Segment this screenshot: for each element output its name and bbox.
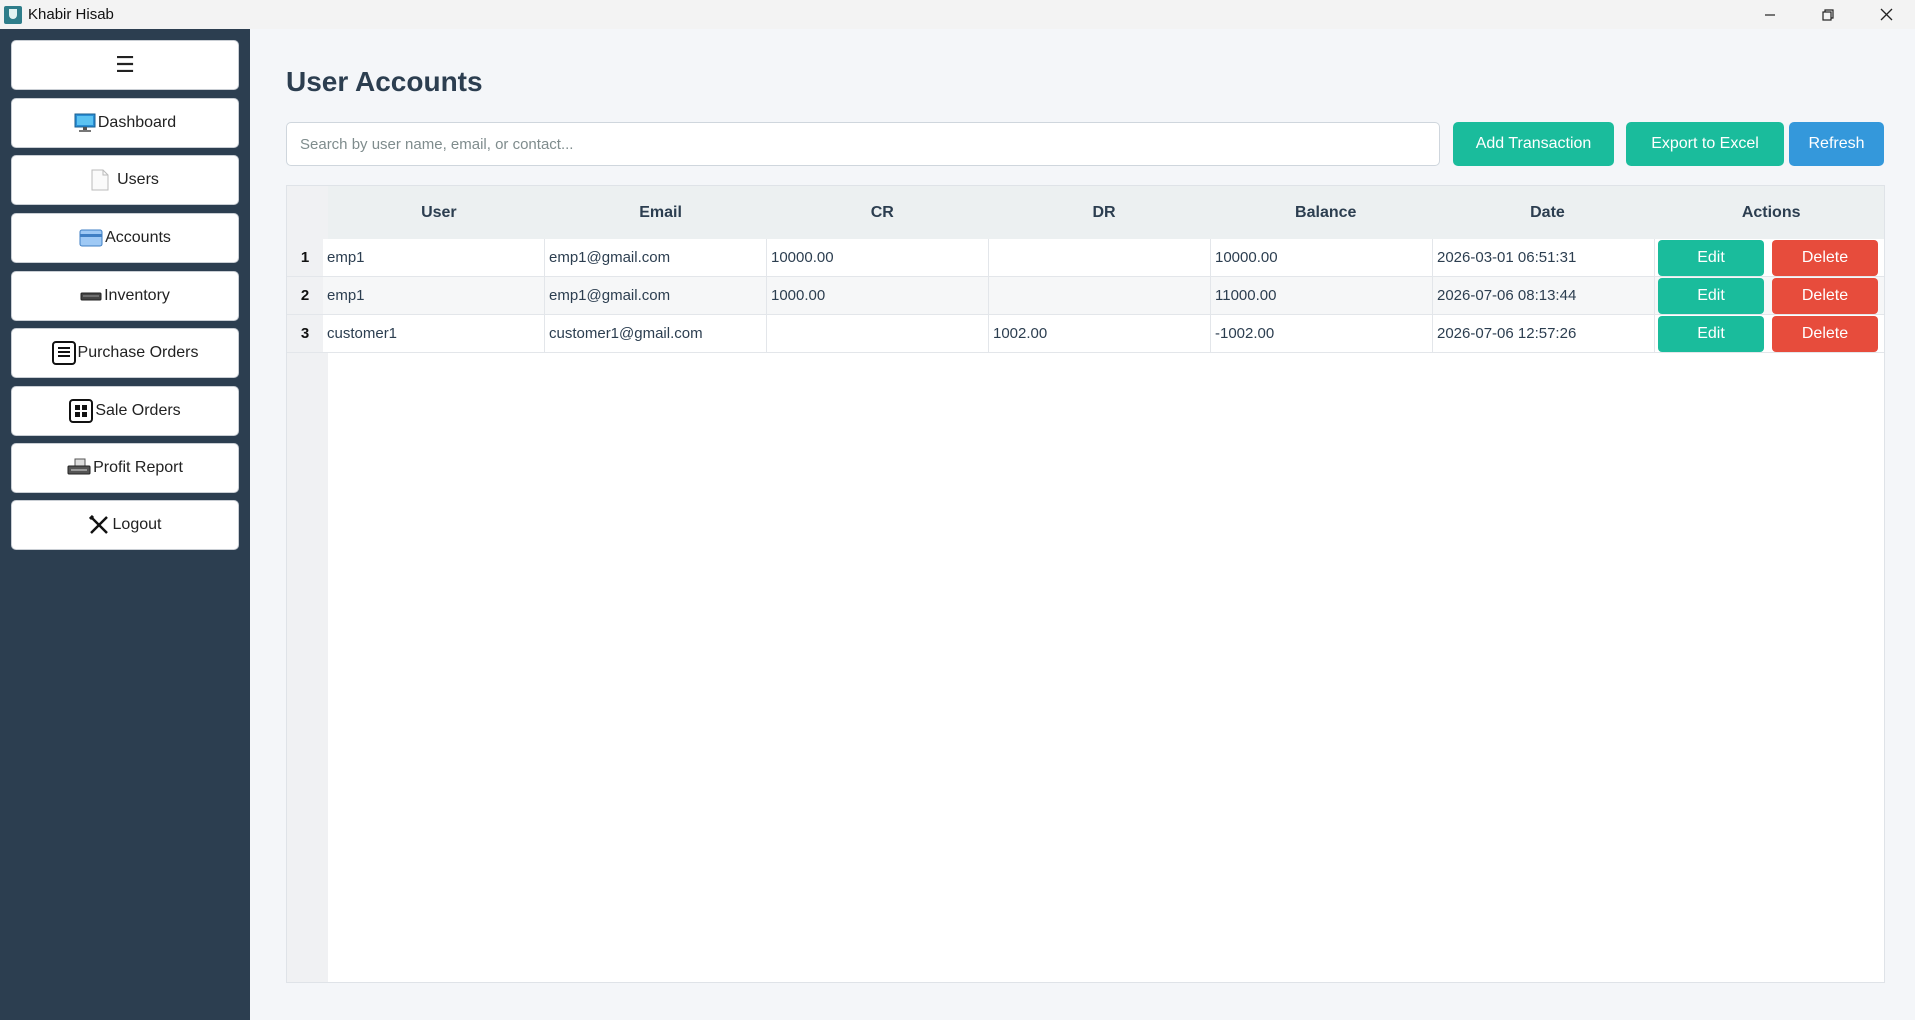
cell-dr[interactable]: [989, 277, 1211, 314]
cell-dr[interactable]: 1002.00: [989, 315, 1211, 352]
credit-card-icon: [79, 229, 103, 247]
accounts-table: User Email CR DR Balance Date Actions 1 …: [286, 185, 1885, 983]
sidebar-item-label: Accounts: [105, 229, 171, 246]
restore-button[interactable]: [1799, 0, 1857, 29]
column-header-actions[interactable]: Actions: [1658, 186, 1884, 239]
edit-button[interactable]: Edit: [1658, 277, 1764, 314]
minimize-button[interactable]: [1741, 0, 1799, 29]
cell-cr[interactable]: 10000.00: [767, 239, 989, 276]
cell-user[interactable]: emp1: [323, 277, 545, 314]
cell-date[interactable]: 2026-07-06 08:13:44: [1433, 277, 1655, 314]
delete-button[interactable]: Delete: [1772, 239, 1878, 276]
cell-user[interactable]: customer1: [323, 315, 545, 352]
cell-actions: Edit Delete: [1655, 277, 1884, 314]
sidebar-item-accounts[interactable]: Accounts: [11, 213, 239, 263]
hamburger-icon: ☰: [115, 52, 135, 77]
cell-date[interactable]: 2026-03-01 06:51:31: [1433, 239, 1655, 276]
column-header-date[interactable]: Date: [1437, 186, 1659, 239]
close-icon: [1880, 8, 1892, 21]
window-title: Khabir Hisab: [28, 6, 114, 23]
sidebar-item-sale-orders[interactable]: Sale Orders: [11, 386, 239, 436]
window-controls: [1741, 0, 1915, 29]
export-excel-button[interactable]: Export to Excel: [1626, 122, 1784, 166]
cell-date[interactable]: 2026-07-06 12:57:26: [1433, 315, 1655, 352]
sidebar-item-label: Logout: [112, 516, 162, 533]
monitor-icon: [74, 113, 96, 133]
column-header-cr[interactable]: CR: [771, 186, 993, 239]
menu-toggle-button[interactable]: ☰: [11, 40, 239, 90]
sidebar-item-label: Sale Orders: [95, 402, 181, 419]
list-icon: [51, 341, 76, 365]
search-input[interactable]: [286, 122, 1440, 166]
refresh-button[interactable]: Refresh: [1789, 122, 1884, 166]
sidebar-item-logout[interactable]: Logout: [11, 500, 239, 550]
cross-tools-icon: [88, 515, 109, 535]
cell-user[interactable]: emp1: [323, 239, 545, 276]
cell-dr[interactable]: [989, 239, 1211, 276]
keyboard-icon: [80, 289, 102, 303]
column-header-email[interactable]: Email: [550, 186, 772, 239]
cell-actions: Edit Delete: [1655, 315, 1884, 352]
row-number: 3: [287, 315, 323, 352]
delete-button[interactable]: Delete: [1772, 277, 1878, 314]
sidebar-item-purchase-orders[interactable]: Purchase Orders: [11, 328, 239, 378]
page-title: User Accounts: [286, 66, 483, 97]
edit-button[interactable]: Edit: [1658, 315, 1764, 352]
cell-actions: Edit Delete: [1655, 239, 1884, 276]
delete-button[interactable]: Delete: [1772, 315, 1878, 352]
cell-cr[interactable]: [767, 315, 989, 352]
sidebar-item-inventory[interactable]: Inventory: [11, 271, 239, 321]
table-row[interactable]: 3 customer1 customer1@gmail.com 1002.00 …: [287, 315, 1884, 353]
sidebar-item-label: Dashboard: [97, 114, 177, 131]
column-header-balance[interactable]: Balance: [1215, 186, 1437, 239]
row-number: 1: [287, 239, 323, 276]
table-row[interactable]: 1 emp1 emp1@gmail.com 10000.00 10000.00 …: [287, 239, 1884, 277]
column-header-dr[interactable]: DR: [993, 186, 1215, 239]
cell-email[interactable]: emp1@gmail.com: [545, 277, 767, 314]
sidebar-item-label: Inventory: [104, 287, 170, 304]
sidebar-item-label: Users: [117, 171, 159, 188]
sidebar: ☰ Dashboard Users Accounts Inventory Pur…: [0, 29, 250, 1020]
cell-balance[interactable]: 10000.00: [1211, 239, 1433, 276]
sidebar-item-users[interactable]: Users: [11, 155, 239, 205]
cell-balance[interactable]: 11000.00: [1211, 277, 1433, 314]
row-number: 2: [287, 277, 323, 314]
add-transaction-button[interactable]: Add Transaction: [1453, 122, 1614, 166]
grid-icon: [69, 399, 94, 423]
sidebar-item-label: Purchase Orders: [77, 344, 199, 361]
column-header-user[interactable]: User: [328, 186, 550, 239]
cell-email[interactable]: emp1@gmail.com: [545, 239, 767, 276]
printer-icon: [67, 458, 91, 478]
sidebar-item-profit-report[interactable]: Profit Report: [11, 443, 239, 493]
document-icon: [91, 169, 109, 191]
close-button[interactable]: [1857, 0, 1915, 29]
table-header: User Email CR DR Balance Date Actions: [328, 186, 1884, 239]
sidebar-item-dashboard[interactable]: Dashboard: [11, 98, 239, 148]
cell-cr[interactable]: 1000.00: [767, 277, 989, 314]
cell-balance[interactable]: -1002.00: [1211, 315, 1433, 352]
app-logo-icon: [4, 5, 22, 24]
minimize-icon: [1765, 13, 1775, 16]
title-bar: Khabir Hisab: [0, 0, 1915, 29]
edit-button[interactable]: Edit: [1658, 239, 1764, 276]
cell-email[interactable]: customer1@gmail.com: [545, 315, 767, 352]
restore-icon: [1822, 8, 1834, 21]
sidebar-item-label: Profit Report: [93, 459, 183, 476]
table-row[interactable]: 2 emp1 emp1@gmail.com 1000.00 11000.00 2…: [287, 277, 1884, 315]
